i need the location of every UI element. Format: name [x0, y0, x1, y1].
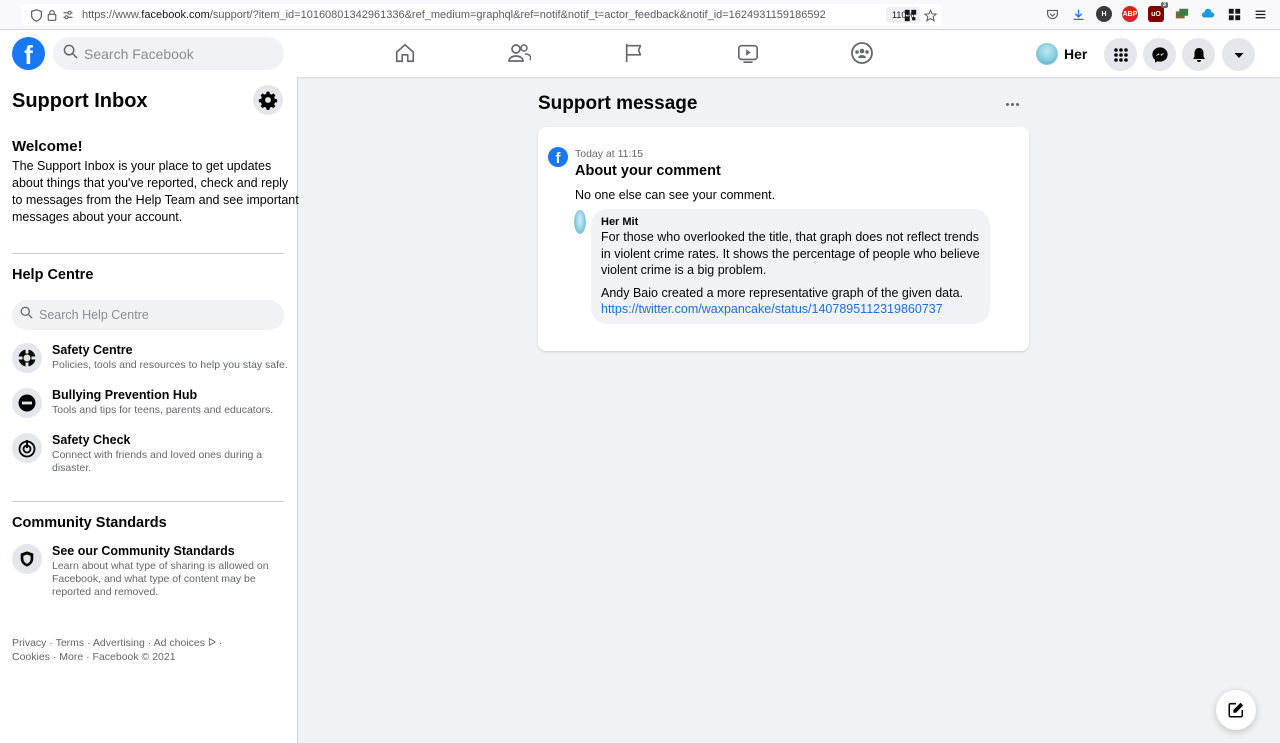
help-centre-search-box[interactable]: [12, 300, 284, 330]
url-domain: facebook.com: [141, 9, 210, 21]
footer-separator: ·: [215, 637, 223, 649]
footer-links[interactable]: Privacy · Terms · Advertising · Ad choic…: [12, 636, 252, 664]
menu-grid-button[interactable]: [1104, 38, 1137, 71]
divider: [12, 501, 284, 502]
search-icon: [20, 306, 33, 324]
help-item-title: Safety Centre: [52, 343, 133, 357]
help-item-title: Bullying Prevention Hub: [52, 388, 198, 402]
qr-code-icon[interactable]: [902, 7, 918, 23]
address-bar[interactable]: https://www.facebook.com/support/?item_i…: [22, 4, 942, 26]
download-icon[interactable]: [1070, 6, 1086, 22]
permissions-icon[interactable]: [60, 7, 76, 23]
shield-icon[interactable]: [28, 7, 44, 23]
divider: [12, 253, 284, 254]
comment-bubble: Her Mit For those who overlooked the tit…: [591, 209, 990, 324]
message-body: No one else can see your comment.: [575, 188, 776, 202]
sidebar-title: Support Inbox: [12, 90, 148, 112]
browser-extensions: H ABP uO 3: [1044, 2, 1268, 22]
friends-icon[interactable]: [507, 41, 531, 65]
lock-icon[interactable]: [44, 7, 60, 23]
account-menu-button[interactable]: [1222, 38, 1255, 71]
comment-link[interactable]: https://twitter.com/waxpancake/status/14…: [601, 301, 980, 318]
dot: [1010, 102, 1014, 106]
help-item-description: Connect with friends and loved ones duri…: [52, 449, 263, 474]
ublock-badge: 3: [1160, 2, 1168, 8]
comment-text-2: Andy Baio created a more representative …: [601, 285, 964, 300]
ublock-origin-icon[interactable]: uO 3: [1148, 2, 1168, 22]
community-standards-heading: Community Standards: [12, 515, 167, 531]
url-path: /support/?item_id=10160801342961336&ref_…: [209, 9, 826, 21]
menu-icon[interactable]: [1252, 6, 1268, 22]
gear-icon: [258, 91, 278, 110]
help-item-description: Tools and tips for teens, parents and ed…: [52, 404, 274, 416]
dot: [1005, 102, 1009, 106]
bell-icon: [1192, 47, 1205, 62]
footer-line-2[interactable]: Cookies · More · Facebook © 2021: [12, 651, 176, 663]
watch-video-icon[interactable]: [736, 41, 760, 65]
settings-button[interactable]: [253, 85, 283, 115]
more-options-button[interactable]: [1002, 96, 1022, 112]
history-extension-icon[interactable]: H: [1096, 6, 1112, 22]
safety-check-icon: [12, 433, 42, 463]
facebook-search-box[interactable]: [53, 37, 284, 70]
message-timestamp: Today at 11:15: [575, 148, 644, 160]
pocket-icon[interactable]: [1044, 6, 1060, 22]
profile-button[interactable]: Her: [1036, 38, 1093, 70]
compose-icon: [1228, 702, 1244, 718]
help-item-safety-check[interactable]: Safety Check Connect with friends and lo…: [12, 433, 292, 474]
facebook-logo-letter: f: [24, 40, 33, 70]
help-centre-heading: Help Centre: [12, 267, 94, 283]
facebook-logo-letter: f: [555, 150, 561, 167]
grid-menu-icon: [1113, 47, 1128, 62]
home-icon[interactable]: [393, 41, 417, 65]
page-title: Support message: [538, 93, 698, 114]
help-item-community-standards[interactable]: See our Community Standards Learn about …: [12, 544, 292, 598]
url-text[interactable]: https://www.facebook.com/support/?item_i…: [82, 9, 842, 21]
help-centre-search-input[interactable]: [39, 308, 269, 322]
profile-name: Her: [1064, 46, 1088, 62]
bookmark-star-icon[interactable]: [922, 7, 938, 23]
facebook-logo[interactable]: f: [12, 37, 45, 70]
adblock-plus-icon[interactable]: ABP: [1122, 6, 1138, 22]
support-message-card: f Today at 11:15 About your comment No o…: [538, 127, 1029, 351]
groups-icon[interactable]: [850, 41, 874, 65]
comment-author[interactable]: Her Mit: [601, 216, 980, 228]
ad-choices-icon[interactable]: ᐅ: [208, 637, 216, 649]
new-message-button[interactable]: [1216, 690, 1256, 730]
pages-flag-icon[interactable]: [622, 41, 646, 65]
search-icon: [63, 44, 78, 64]
help-item-title: See our Community Standards: [52, 544, 235, 558]
help-item-title: Safety Check: [52, 433, 131, 447]
messenger-button[interactable]: [1143, 38, 1176, 71]
comment-text: For those who overlooked the title, that…: [601, 230, 980, 277]
notifications-button[interactable]: [1182, 38, 1215, 71]
url-prefix: https://www.: [82, 9, 142, 21]
tampermonkey-icon[interactable]: [1174, 6, 1190, 22]
grid-extension-icon[interactable]: [1226, 6, 1242, 22]
dot: [1015, 102, 1019, 106]
facebook-logo: f: [548, 147, 568, 167]
browser-toolbar: https://www.facebook.com/support/?item_i…: [0, 0, 1280, 30]
lifebuoy-icon: [12, 343, 42, 373]
shield-icon: [12, 544, 42, 574]
help-item-description: Policies, tools and resources to help yo…: [52, 359, 288, 371]
footer-line-1[interactable]: Privacy · Terms · Advertising · Ad choic…: [12, 637, 208, 649]
messenger-icon: [1151, 46, 1168, 63]
message-title: About your comment: [575, 163, 721, 179]
facebook-search-input[interactable]: [84, 45, 264, 62]
avatar: [574, 210, 586, 234]
help-item-safety-centre[interactable]: Safety Centre Policies, tools and resour…: [12, 343, 292, 383]
avatar: [1036, 43, 1058, 65]
caret-down-icon: [1234, 52, 1243, 58]
welcome-description: The Support Inbox is your place to get u…: [12, 159, 299, 224]
minus-circle-icon: [12, 388, 42, 418]
cloud-extension-icon[interactable]: [1200, 6, 1216, 22]
help-item-bullying-prevention[interactable]: Bullying Prevention Hub Tools and tips f…: [12, 388, 292, 428]
facebook-top-nav: f Her: [0, 30, 1280, 77]
support-inbox-sidebar: Support Inbox Welcome! The Support Inbox…: [0, 77, 299, 743]
welcome-heading: Welcome!: [12, 138, 83, 155]
help-item-description: Learn about what type of sharing is allo…: [52, 560, 269, 598]
